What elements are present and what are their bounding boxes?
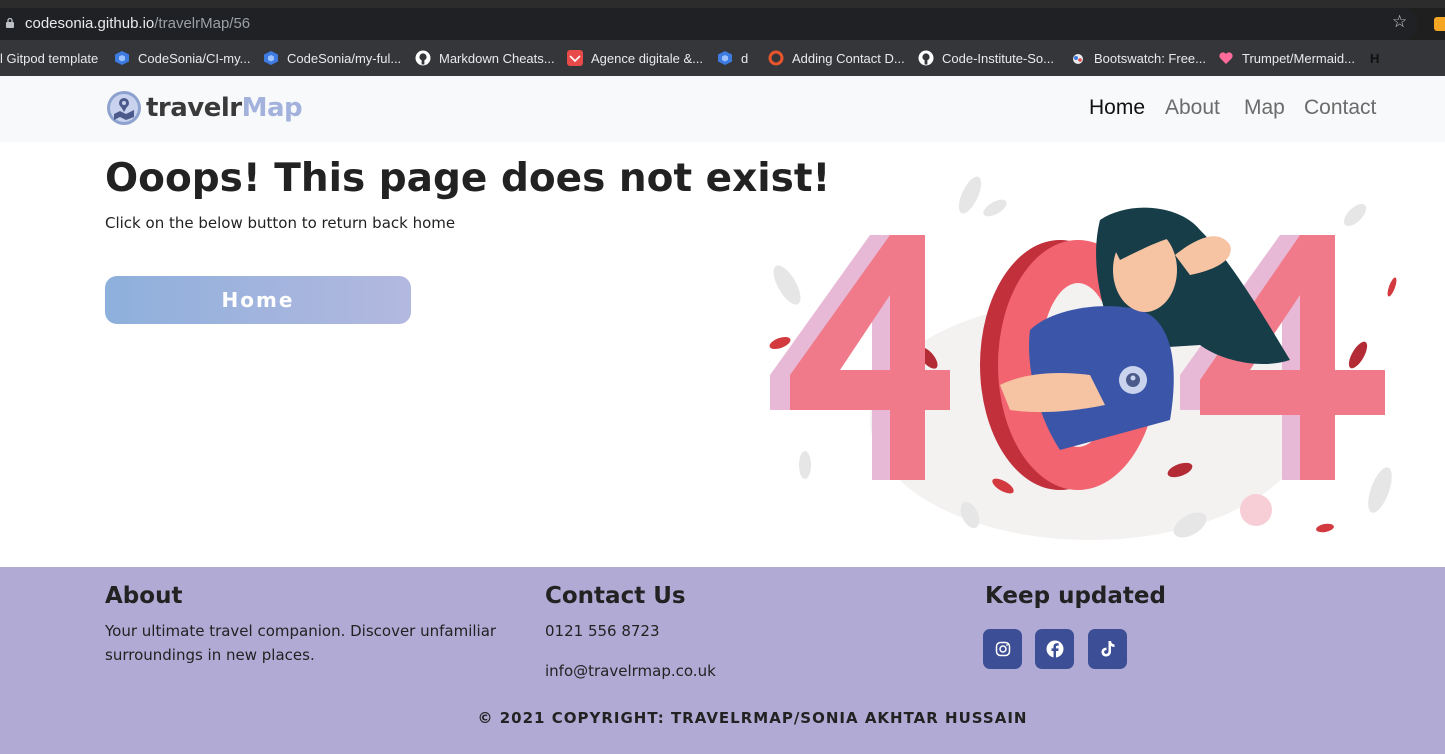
bookmark-item[interactable]: CodeSonia/CI-my... xyxy=(114,40,250,76)
bookmark-label: Agence digitale &... xyxy=(591,50,704,66)
bookmark-item[interactable]: Adding Contact D... xyxy=(768,40,905,76)
url-path: /travelrMap/56 xyxy=(154,15,251,32)
bookmark-item[interactable]: Code-Institute-So... xyxy=(918,40,1054,76)
nav-link-home[interactable]: Home xyxy=(1089,96,1145,120)
github-icon xyxy=(918,50,934,66)
leaf-decoration xyxy=(1368,467,1392,513)
bookmark-label: Trumpet/Mermaid... xyxy=(1242,50,1355,66)
nav-link-map[interactable]: Map xyxy=(1244,96,1285,120)
ring-icon xyxy=(768,50,784,66)
brand-logo[interactable]: travelrMap xyxy=(106,90,303,126)
bookmark-item[interactable]: d xyxy=(717,40,748,76)
agency-icon xyxy=(567,50,583,66)
arm xyxy=(1000,373,1105,413)
bookmark-star-icon[interactable]: ☆ xyxy=(1392,14,1407,31)
facebook-button[interactable] xyxy=(1035,629,1074,669)
tiktok-icon xyxy=(1101,641,1114,657)
bookmark-item[interactable]: Markdown Cheats... xyxy=(415,40,555,76)
leaf-decoration xyxy=(773,265,801,305)
cube-icon xyxy=(264,51,278,65)
bookmark-label: Code-Institute-So... xyxy=(942,50,1054,66)
leaf-decoration xyxy=(958,176,982,214)
home-button[interactable]: Home xyxy=(105,276,411,324)
globe-map-icon xyxy=(107,91,141,125)
lock-icon xyxy=(6,18,14,28)
dot-decoration xyxy=(1240,494,1272,526)
bookmark-label: CodeSonia/my-ful... xyxy=(287,50,402,66)
footer-about-text-line2: surroundings in new places. xyxy=(105,646,315,664)
url-host: codesonia.github.io xyxy=(25,15,155,32)
leaf-decoration xyxy=(1387,277,1397,297)
brand-name: travelrMap xyxy=(146,93,303,123)
brand-name-part1: travelr xyxy=(146,93,242,123)
leaf-decoration xyxy=(1316,523,1334,533)
bookmark-item[interactable]: H xyxy=(1370,40,1379,76)
nav-link-about[interactable]: About xyxy=(1165,96,1220,120)
bookmark-label: Bootswatch: Free... xyxy=(1094,50,1206,66)
tiktok-button[interactable] xyxy=(1088,629,1127,669)
copyright: © 2021 COPYRIGHT: TRAVELRMAP/SONIA AKHTA… xyxy=(477,709,1028,727)
bookmark-item[interactable]: CodeSonia/my-ful... xyxy=(263,40,401,76)
footer-about-text-line1: Your ultimate travel companion. Discover… xyxy=(105,622,497,640)
leaf-decoration xyxy=(1343,203,1367,227)
cube-icon xyxy=(115,51,129,65)
nav-link-contact[interactable]: Contact xyxy=(1304,96,1376,120)
footer-about-title: About xyxy=(105,583,183,609)
bootswatch-icon xyxy=(1073,54,1083,64)
bookmark-item[interactable]: l Gitpod template xyxy=(0,40,98,76)
leaf-decoration xyxy=(1348,341,1368,369)
instagram-button[interactable] xyxy=(983,629,1022,669)
page-subtitle: Click on the below button to return back… xyxy=(105,214,456,232)
bookmark-item[interactable]: Bootswatch: Free... xyxy=(1070,40,1206,76)
bookmark-label: Markdown Cheats... xyxy=(439,50,555,66)
page-title: Ooops! This page does not exist! xyxy=(105,156,831,201)
extension-icon[interactable] xyxy=(1434,17,1445,31)
bookmark-item[interactable]: Agence digitale &... xyxy=(567,40,703,76)
brand-name-part2: Map xyxy=(241,93,303,123)
url-text[interactable]: codesonia.github.io/travelrMap/56 xyxy=(25,15,250,32)
404-illustration xyxy=(769,176,1397,540)
footer-contact-title: Contact Us xyxy=(545,583,686,609)
bookmark-item[interactable]: Trumpet/Mermaid... xyxy=(1218,40,1355,76)
bookmark-label: H xyxy=(1370,50,1380,66)
bookmark-label: d xyxy=(741,50,749,66)
cube-icon xyxy=(718,51,732,65)
leaf-decoration xyxy=(799,451,811,479)
heart-icon xyxy=(1219,52,1233,64)
facebook-icon xyxy=(1046,640,1063,658)
footer-social-title: Keep updated xyxy=(985,583,1166,609)
footer-phone: 0121 556 8723 xyxy=(545,622,660,640)
bookmark-label: l Gitpod template xyxy=(0,50,99,66)
bookmark-label: CodeSonia/CI-my... xyxy=(138,50,251,66)
footer-email-link[interactable]: info@travelrmap.co.uk xyxy=(545,659,716,683)
leaf-decoration xyxy=(769,336,791,350)
github-icon xyxy=(415,50,431,66)
instagram-icon xyxy=(995,641,1010,657)
leaf-decoration xyxy=(983,199,1007,217)
bookmark-label: Adding Contact D... xyxy=(792,50,905,66)
tab-strip xyxy=(0,0,1445,8)
